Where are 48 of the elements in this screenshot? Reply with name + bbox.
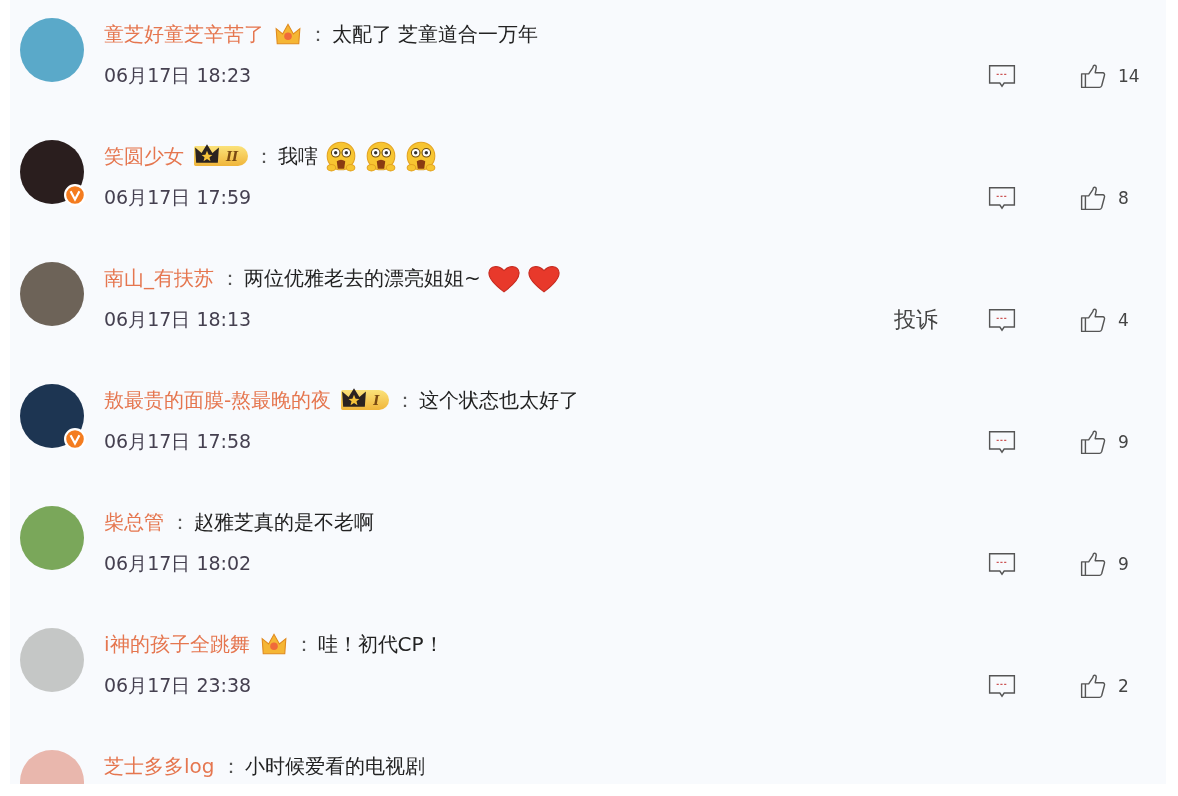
colon-separator: ：: [220, 264, 240, 292]
username-link[interactable]: 敖最贵的面膜-熬最晚的夜: [104, 386, 332, 414]
comment-time: 06月17日 18:23: [104, 63, 252, 88]
username-link[interactable]: 南山_有扶苏: [104, 264, 214, 292]
comment-time: 06月17日 17:59: [104, 185, 252, 210]
like-count: 8: [1118, 188, 1130, 208]
comment-icon[interactable]: [988, 64, 1016, 88]
thumbs-up-icon[interactable]: [1080, 673, 1106, 699]
like-count: 2: [1118, 676, 1130, 696]
comment-time: 06月17日 17:58: [104, 429, 252, 454]
comment-text: 哇！初代CP！: [317, 630, 444, 658]
comment-text: 赵雅芝真的是不老啊: [194, 508, 374, 536]
comment-icon[interactable]: [988, 674, 1016, 698]
comment-text: 太配了 芝童道合一万年: [332, 20, 539, 48]
colon-separator: ：: [395, 386, 416, 414]
like-count: 4: [1118, 310, 1130, 330]
comment-text: 我嗐: [278, 142, 319, 170]
vip-level-badge: II: [194, 146, 249, 166]
colon-separator: ：: [254, 142, 275, 170]
username-link[interactable]: i神的孩子全跳舞: [104, 630, 250, 658]
like-count: 14: [1118, 66, 1140, 86]
username-link[interactable]: 笑圆少女: [104, 142, 184, 170]
thumbs-up-icon[interactable]: [1080, 307, 1106, 333]
comment-icon[interactable]: [988, 552, 1016, 576]
colon-separator: ：: [293, 630, 314, 658]
colon-separator: ：: [220, 752, 241, 780]
like-count: 9: [1118, 554, 1130, 574]
comment-icon[interactable]: [988, 430, 1016, 454]
report-link[interactable]: 投诉: [894, 305, 938, 335]
username-link[interactable]: 童芝好童芝辛苦了: [104, 20, 264, 48]
comment-icon[interactable]: [988, 186, 1016, 210]
comment-text: 小时候爱看的电视剧: [244, 752, 425, 780]
thumbs-up-icon[interactable]: [1080, 185, 1106, 211]
username-link[interactable]: 柴总管: [104, 508, 164, 536]
comment-text: 两位优雅老去的漂亮姐姐~: [244, 264, 481, 292]
comment-time: 06月17日 18:13: [104, 307, 252, 332]
thumbs-up-icon[interactable]: [1080, 551, 1106, 577]
like-count: 9: [1118, 432, 1130, 452]
thumbs-up-icon[interactable]: [1080, 63, 1106, 89]
comment-text: 这个状态也太好了: [419, 386, 580, 414]
username-link[interactable]: 芝士多多log: [104, 752, 215, 780]
colon-separator: ：: [308, 20, 328, 48]
colon-separator: ：: [170, 508, 190, 536]
comment-icon[interactable]: [988, 308, 1016, 332]
vip-level-badge: I: [341, 390, 390, 410]
comment-time: 06月17日 18:02: [104, 551, 252, 576]
thumbs-up-icon[interactable]: [1080, 429, 1106, 455]
comment-time: 06月17日 23:38: [104, 673, 252, 698]
